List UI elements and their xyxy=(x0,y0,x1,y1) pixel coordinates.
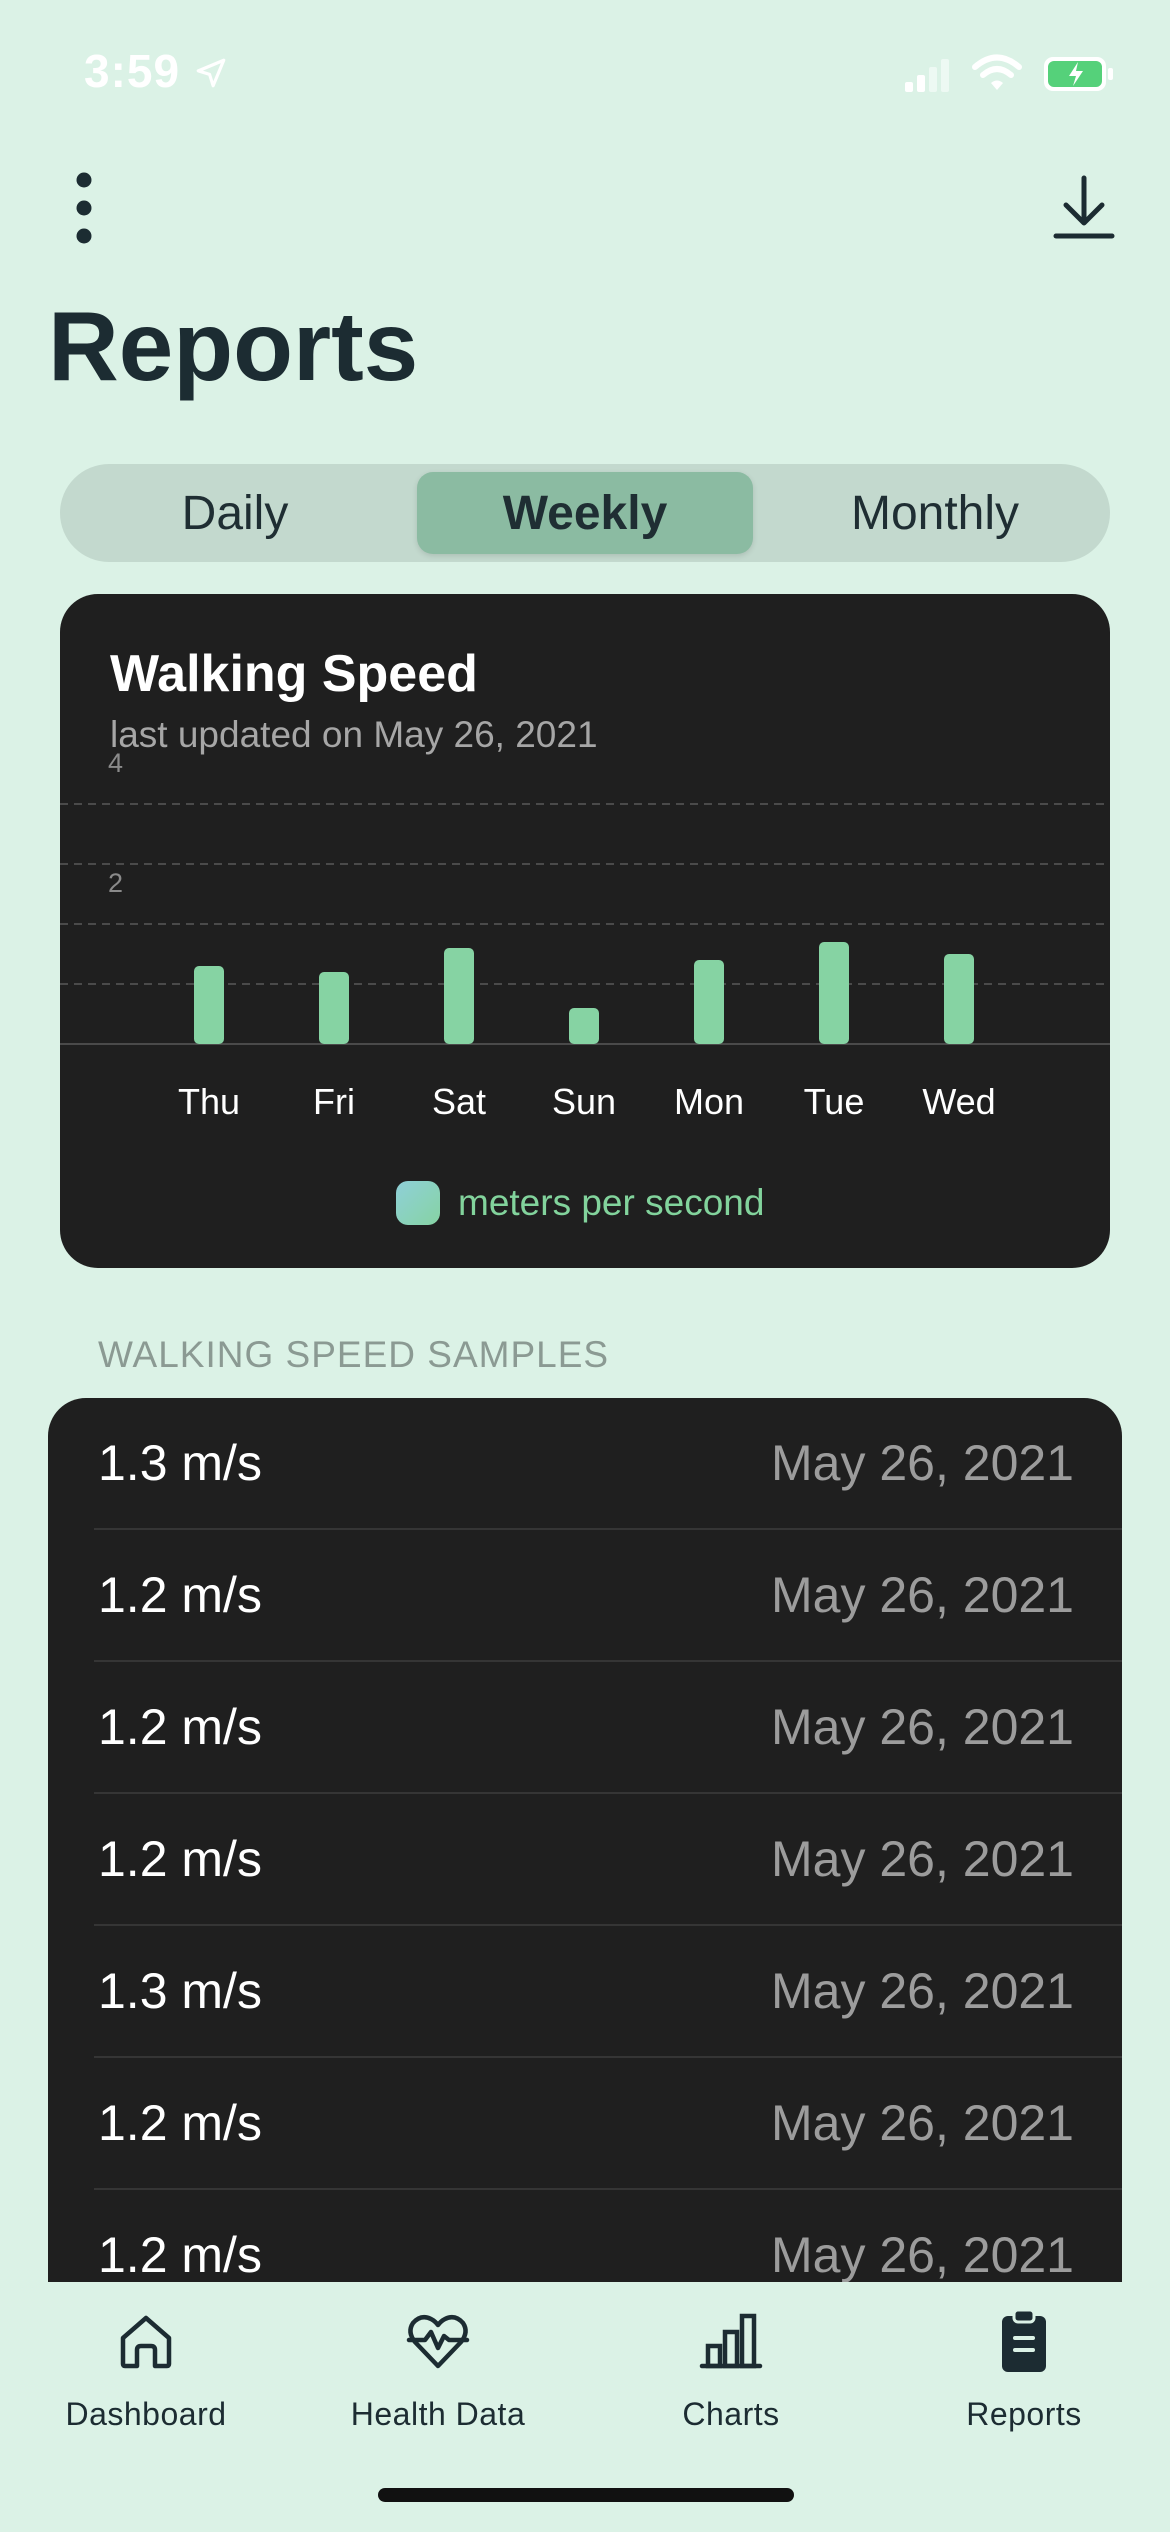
download-button[interactable] xyxy=(1052,172,1116,244)
sample-value: 1.2 m/s xyxy=(98,1831,262,1887)
sample-value: 1.3 m/s xyxy=(98,1435,262,1491)
sample-date: May 26, 2021 xyxy=(771,1699,1074,1755)
sample-date: May 26, 2021 xyxy=(771,1435,1074,1491)
sample-value: 1.3 m/s xyxy=(98,1963,262,2019)
chart-legend: meters per second xyxy=(396,1178,764,1228)
tab-dashboard[interactable]: Dashboard xyxy=(16,2306,276,2456)
sample-value: 1.2 m/s xyxy=(98,1699,262,1755)
tab-bar: Dashboard Health Data Charts Reports xyxy=(0,2282,1170,2532)
segment-daily[interactable]: Daily xyxy=(80,472,390,554)
list-item[interactable]: 1.3 m/s May 26, 2021 xyxy=(48,1398,1122,1530)
tab-label: Dashboard xyxy=(65,2396,227,2432)
legend-label: meters per second xyxy=(458,1182,765,1223)
heart-pulse-icon xyxy=(406,2314,470,2369)
sample-date: May 26, 2021 xyxy=(771,1831,1074,1887)
sample-value: 1.2 m/s xyxy=(98,2095,262,2151)
y-tick-label: 2 xyxy=(108,868,123,898)
list-item[interactable]: 1.2 m/s May 26, 2021 xyxy=(48,1794,1122,1926)
sample-date: May 26, 2021 xyxy=(771,1963,1074,2019)
x-tick-label: Sat xyxy=(432,1081,486,1122)
x-tick-label: Wed xyxy=(922,1081,995,1122)
list-item[interactable]: 1.2 m/s May 26, 2021 xyxy=(48,1662,1122,1794)
samples-list: 1.3 m/s May 26, 2021 1.2 m/s May 26, 202… xyxy=(48,1398,1122,2282)
walking-speed-chart-card: 2 4 Thu Fri Sat Sun Mon Tue Wed Walking Speed la… xyxy=(60,594,1110,1268)
tab-reports[interactable]: Reports xyxy=(894,2306,1154,2456)
battery-charging-icon xyxy=(1044,57,1113,91)
list-item[interactable]: 1.2 m/s May 26, 2021 xyxy=(48,2058,1122,2190)
samples-section-header: WALKING SPEED SAMPLES xyxy=(98,1334,610,1375)
segment-monthly[interactable]: Monthly xyxy=(780,472,1090,554)
sample-date: May 26, 2021 xyxy=(771,2227,1074,2282)
tab-label: Health Data xyxy=(350,2396,526,2432)
sample-date: May 26, 2021 xyxy=(771,1567,1074,1623)
chart-subtitle: last updated on May 26, 2021 xyxy=(110,714,598,755)
signal-icon xyxy=(905,59,949,92)
segment-weekly[interactable]: Weekly xyxy=(417,472,753,554)
sample-date: May 26, 2021 xyxy=(771,2095,1074,2151)
period-segmented-control: Daily Weekly Monthly xyxy=(60,464,1110,562)
x-tick-label: Fri xyxy=(313,1081,355,1122)
chart-bar xyxy=(569,1008,599,1044)
tab-label: Reports xyxy=(966,2396,1082,2432)
tab-charts[interactable]: Charts xyxy=(601,2306,861,2456)
chart-title: Walking Speed xyxy=(110,645,478,703)
chart-bar xyxy=(819,942,849,1044)
x-tick-label: Tue xyxy=(804,1081,865,1122)
x-tick-label: Sun xyxy=(552,1081,616,1122)
x-tick-label: Mon xyxy=(674,1081,744,1122)
list-item[interactable]: 1.2 m/s May 26, 2021 xyxy=(48,1530,1122,1662)
sample-value: 1.2 m/s xyxy=(98,2227,262,2282)
more-options-button[interactable] xyxy=(62,170,106,246)
list-item[interactable]: 1.3 m/s May 26, 2021 xyxy=(48,1926,1122,2058)
chart-bar xyxy=(194,966,224,1044)
home-indicator xyxy=(378,2488,794,2502)
list-item[interactable]: 1.2 m/s May 26, 2021 xyxy=(48,2190,1122,2282)
page-title: Reports xyxy=(48,291,419,401)
tab-health-data[interactable]: Health Data xyxy=(308,2306,568,2456)
chart-bar xyxy=(944,954,974,1044)
bar-chart-icon xyxy=(699,2313,763,2369)
x-tick-label: Thu xyxy=(178,1081,240,1122)
location-arrow-icon xyxy=(196,58,226,88)
status-time: 3:59 xyxy=(84,45,181,97)
chart-bar xyxy=(319,972,349,1044)
chart-bar xyxy=(694,960,724,1044)
clipboard-icon xyxy=(1002,2308,1046,2372)
home-icon xyxy=(120,2315,172,2369)
chart-bar xyxy=(444,948,474,1044)
legend-swatch xyxy=(396,1181,440,1225)
wifi-icon xyxy=(972,54,1022,90)
status-bar: 3:59 xyxy=(0,0,1170,150)
sample-value: 1.2 m/s xyxy=(98,1567,262,1623)
tab-label: Charts xyxy=(682,2396,780,2432)
